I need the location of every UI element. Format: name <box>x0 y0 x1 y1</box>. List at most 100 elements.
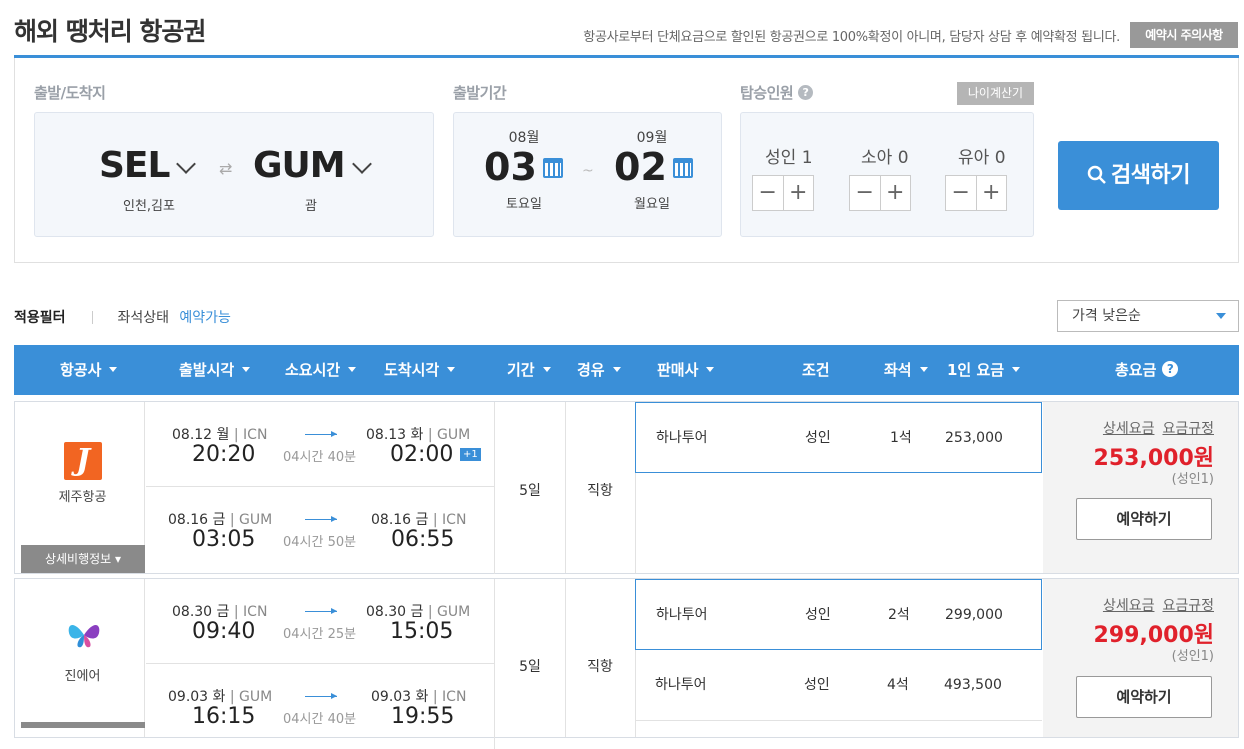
trip-period: 5일 <box>519 483 541 499</box>
search-button[interactable]: 검색하기 <box>1058 141 1219 210</box>
th-duration[interactable]: 소요시간 <box>285 345 357 395</box>
out-dep-time: 09:40 <box>192 619 256 644</box>
infant-minus-button[interactable]: − <box>946 176 977 210</box>
ret-arr-time: 19:55 <box>391 704 455 729</box>
ret-dep-date: 08.16 금 | GUM <box>168 512 273 528</box>
fare-rules-link[interactable]: 요금규정 <box>1162 598 1214 614</box>
caution-button[interactable]: 예약시 주의사항 <box>1130 22 1238 48</box>
flight-detail-button[interactable]: 상세비행정보 ▾ <box>21 545 145 573</box>
sort-arrow-icon <box>706 367 715 372</box>
seller-row[interactable]: 하나투어 성인 4석 493,500 <box>635 650 1042 721</box>
child-minus-button[interactable]: − <box>850 176 881 210</box>
page-title: 해외 땡처리 항공권 <box>14 17 206 46</box>
dropdown-arrow-icon <box>1216 313 1226 319</box>
out-arr-time: 15:05 <box>390 619 454 644</box>
out-dep-time: 20:20 <box>192 442 256 467</box>
fare-rules-link[interactable]: 요금규정 <box>1162 421 1214 437</box>
out-arr-time: 02:00 <box>390 442 454 467</box>
flight-arrow-icon <box>305 431 337 437</box>
depart-weekday: 토요일 <box>506 197 542 212</box>
seat-status-filter[interactable]: 예약가능 <box>179 310 231 326</box>
price-basis: (성인1) <box>1171 649 1214 664</box>
results-table-header: 항공사 출발시각 소요시간 도착시각 기간 경유 판매사 조건 좌석 1인 요금… <box>14 345 1239 395</box>
adult-stepper: − + <box>752 175 814 211</box>
next-day-badge: +1 <box>460 448 481 461</box>
ret-duration: 04시간 40분 <box>283 712 357 727</box>
th-airline[interactable]: 항공사 <box>60 345 118 395</box>
airline-name: 제주항공 <box>58 490 107 505</box>
th-condition: 조건 <box>802 361 830 379</box>
period-tilde: ~ <box>582 163 594 179</box>
child-plus-button[interactable]: + <box>881 176 911 210</box>
th-arrive-time[interactable]: 도착시각 <box>384 345 456 395</box>
chevron-down-icon <box>351 154 372 174</box>
adult-plus-button[interactable]: + <box>784 176 814 210</box>
flight-detail-button[interactable] <box>21 722 145 728</box>
origin-code: SEL <box>99 145 170 186</box>
flight-result: 진에어 08.30 금 | ICN 09:40 04시간 25분 08.30 금… <box>14 578 1239 749</box>
fare-detail-link[interactable]: 상세요금 <box>1103 421 1155 437</box>
ret-duration: 04시간 50분 <box>283 535 357 550</box>
origin-city: 인천,김포 <box>123 199 175 214</box>
return-leg: 09.03 화 | GUM 16:15 04시간 40분 09.03 화 | I… <box>146 664 495 749</box>
seller-row[interactable]: 하나투어 성인 2석 299,000 <box>635 579 1042 650</box>
airline-name: 진에어 <box>64 669 101 684</box>
seller-row[interactable]: 하나투어 성인 1석 253,000 <box>635 402 1042 473</box>
sort-select[interactable]: 가격 낮은순 <box>1057 300 1239 332</box>
swap-arrows-icon[interactable]: ⇄ <box>219 159 232 178</box>
age-calculator-button[interactable]: 나이계산기 <box>957 82 1034 105</box>
out-arr-date: 08.30 금 | GUM <box>366 604 471 620</box>
flight-arrow-icon <box>305 608 337 614</box>
out-duration: 04시간 25분 <box>283 627 357 642</box>
book-button[interactable]: 예약하기 <box>1076 676 1212 718</box>
search-icon <box>1087 165 1106 184</box>
jin-air-logo <box>68 625 100 648</box>
child-stepper: − + <box>849 175 911 211</box>
infant-stepper: − + <box>945 175 1007 211</box>
depart-month: 08월 <box>508 130 540 146</box>
adult-label: 성인 1 <box>765 148 813 168</box>
route-card: SEL 인천,김포 ⇄ GUM 괌 <box>34 112 434 237</box>
help-icon[interactable]: ? <box>797 85 813 100</box>
fare-links: 상세요금 요금규정 <box>1095 595 1214 615</box>
depart-date-picker[interactable]: 03 <box>484 145 563 189</box>
adult-minus-button[interactable]: − <box>753 176 784 210</box>
airline-cell: 진에어 <box>21 579 145 737</box>
flight-arrow-icon <box>305 516 337 522</box>
origin-select[interactable]: SEL <box>99 145 197 186</box>
return-weekday: 월요일 <box>634 197 670 212</box>
sort-arrow-icon <box>348 367 357 372</box>
trip-period: 5일 <box>519 659 541 675</box>
return-date-picker[interactable]: 02 <box>614 145 693 189</box>
fare-detail-link[interactable]: 상세요금 <box>1103 598 1155 614</box>
infant-plus-button[interactable]: + <box>977 176 1007 210</box>
th-depart-time[interactable]: 출발시각 <box>179 345 251 395</box>
th-unit-price[interactable]: 1인 요금 <box>947 345 1021 395</box>
out-dep-date: 08.30 금 | ICN <box>172 604 268 620</box>
th-seats[interactable]: 좌석 <box>884 345 928 395</box>
sort-arrow-icon <box>919 367 928 372</box>
filter-divider <box>91 311 93 324</box>
calendar-icon <box>542 158 563 178</box>
help-icon[interactable]: ? <box>1162 361 1179 377</box>
sort-arrow-icon <box>542 367 551 372</box>
jeju-air-logo: J <box>64 442 102 480</box>
ret-arr-date: 09.03 화 | ICN <box>371 689 467 705</box>
stops: 직항 <box>587 659 613 675</box>
seat-status-label: 좌석상태 <box>117 310 169 326</box>
infant-count: 0 <box>994 148 1006 168</box>
ret-arr-time: 06:55 <box>391 527 455 552</box>
th-seller[interactable]: 판매사 <box>657 345 715 395</box>
child-label: 소아 0 <box>861 148 909 168</box>
sort-arrow-icon <box>242 367 251 372</box>
th-period[interactable]: 기간 <box>507 345 551 395</box>
filter-bar: 적용필터 좌석상태 예약가능 <box>14 307 231 327</box>
calendar-icon <box>672 158 693 178</box>
book-button[interactable]: 예약하기 <box>1076 498 1212 540</box>
th-stops[interactable]: 경유 <box>577 345 621 395</box>
infant-label: 유아 0 <box>958 148 1006 168</box>
route-label: 출발/도착지 <box>34 84 106 102</box>
adult-count: 1 <box>801 148 813 168</box>
th-total: 총요금? <box>1115 345 1179 395</box>
destination-select[interactable]: GUM <box>253 145 372 186</box>
